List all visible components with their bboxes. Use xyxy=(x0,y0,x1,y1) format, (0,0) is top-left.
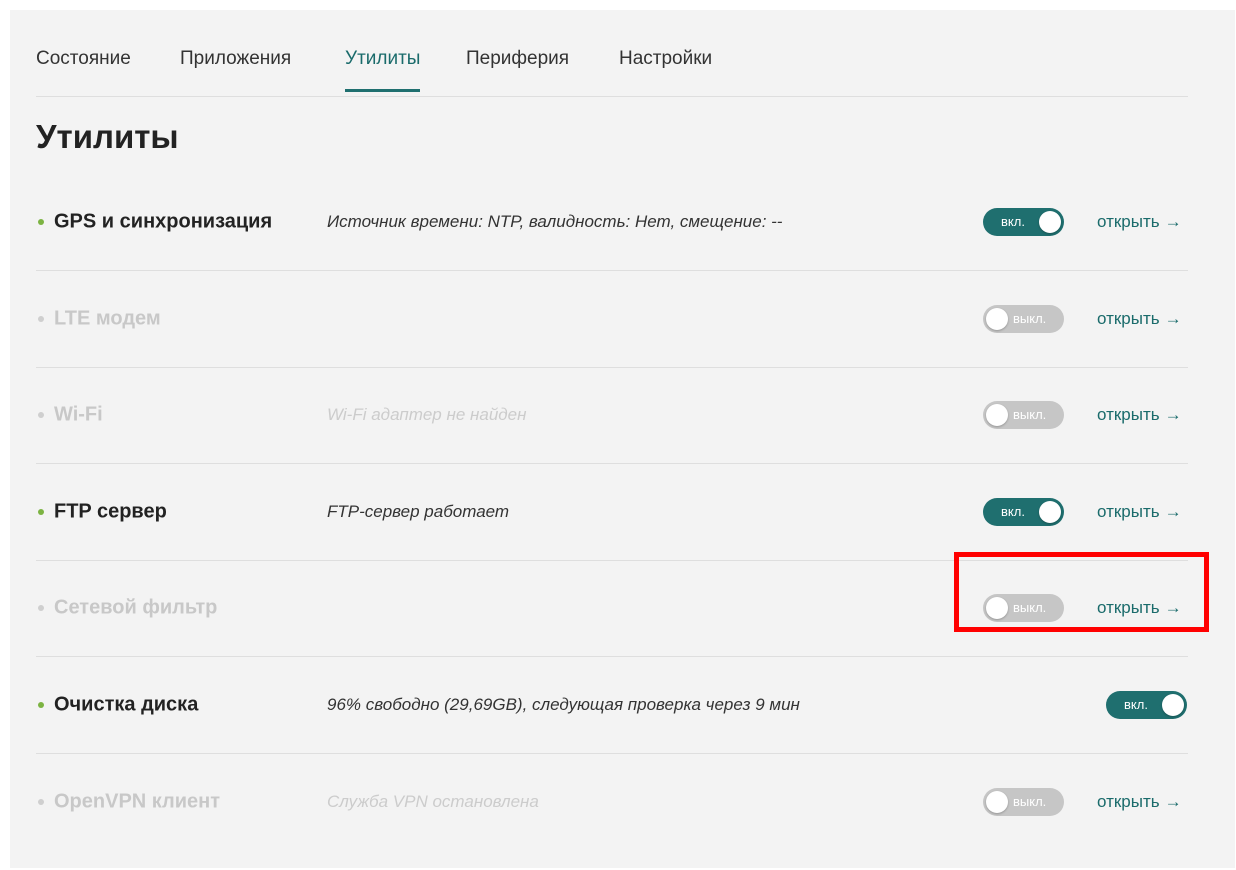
tab-applications[interactable]: Приложения xyxy=(180,48,291,92)
utility-row-wifi: Wi-Fi Wi-Fi адаптер не найден выкл. откр… xyxy=(36,367,1188,464)
arrow-right-icon: → xyxy=(1164,212,1182,231)
gps-open-link[interactable]: открыть → xyxy=(1097,212,1182,232)
utility-description: Служба VPN остановлена xyxy=(327,792,539,811)
wifi-open-link[interactable]: открыть → xyxy=(1097,405,1182,425)
toggle-knob xyxy=(1039,211,1061,233)
toggle-label: вкл. xyxy=(1001,504,1025,519)
utility-description: FTP-сервер работает xyxy=(327,502,510,521)
disk-cleanup-toggle[interactable]: вкл. xyxy=(1106,691,1187,719)
lte-toggle[interactable]: выкл. xyxy=(983,305,1064,333)
open-link-label: открыть xyxy=(1097,405,1160,424)
utilities-panel: Состояние Приложения Утилиты Периферия Н… xyxy=(10,10,1235,868)
arrow-right-icon: → xyxy=(1164,502,1182,521)
status-dot xyxy=(38,605,44,611)
utility-description: Источник времени: NTP, валидность: Нет, … xyxy=(327,212,783,231)
utility-name: OpenVPN клиент xyxy=(54,790,221,813)
arrow-right-icon: → xyxy=(1164,792,1182,811)
utility-name: Очистка диска xyxy=(54,693,199,716)
status-dot xyxy=(38,509,44,515)
toggle-knob xyxy=(986,791,1008,813)
open-link-label: открыть xyxy=(1097,309,1160,328)
tab-status[interactable]: Состояние xyxy=(36,48,131,92)
openvpn-toggle[interactable]: выкл. xyxy=(983,788,1064,816)
utility-row-gps: GPS и синхронизация Источник времени: NT… xyxy=(36,174,1188,271)
gps-toggle[interactable]: вкл. xyxy=(983,208,1064,236)
tab-settings[interactable]: Настройки xyxy=(619,48,712,92)
highlight-box xyxy=(954,552,1209,632)
toggle-label: вкл. xyxy=(1001,214,1025,229)
lte-open-link[interactable]: открыть → xyxy=(1097,309,1182,329)
utility-name: Сетевой фильтр xyxy=(54,596,218,619)
utility-row-disk-cleanup: Очистка диска 96% свободно (29,69GB), сл… xyxy=(36,657,1188,754)
utility-row-ftp: FTP сервер FTP-сервер работает вкл. откр… xyxy=(36,464,1188,561)
status-dot xyxy=(38,219,44,225)
utility-name: FTP сервер xyxy=(54,500,167,523)
status-dot xyxy=(38,702,44,708)
utility-name: GPS и синхронизация xyxy=(54,210,273,233)
arrow-right-icon: → xyxy=(1164,405,1182,424)
page-title: Утилиты xyxy=(36,118,179,155)
arrow-right-icon: → xyxy=(1164,309,1182,328)
utility-name: LTE модем xyxy=(54,307,161,330)
toggle-label: выкл. xyxy=(1013,311,1047,326)
utility-description: 96% свободно (29,69GB), следующая провер… xyxy=(327,695,800,714)
toggle-label: выкл. xyxy=(1013,407,1047,422)
toggle-knob xyxy=(1162,694,1184,716)
ftp-open-link[interactable]: открыть → xyxy=(1097,502,1182,522)
status-dot xyxy=(38,412,44,418)
ftp-toggle[interactable]: вкл. xyxy=(983,498,1064,526)
utility-name: Wi-Fi xyxy=(54,403,103,426)
toggle-knob xyxy=(986,404,1008,426)
utility-row-openvpn: OpenVPN клиент Служба VPN остановлена вы… xyxy=(36,754,1188,850)
tab-bar: Состояние Приложения Утилиты Периферия Н… xyxy=(36,10,1188,97)
toggle-label: вкл. xyxy=(1124,697,1148,712)
open-link-label: открыть xyxy=(1097,212,1160,231)
openvpn-open-link[interactable]: открыть → xyxy=(1097,792,1182,812)
tab-utilities[interactable]: Утилиты xyxy=(345,48,421,92)
open-link-label: открыть xyxy=(1097,792,1160,811)
toggle-label: выкл. xyxy=(1013,794,1047,809)
utility-description: Wi-Fi адаптер не найден xyxy=(327,405,527,424)
status-dot xyxy=(38,799,44,805)
wifi-toggle[interactable]: выкл. xyxy=(983,401,1064,429)
utility-row-lte: LTE модем выкл. открыть → xyxy=(36,271,1188,368)
status-dot xyxy=(38,316,44,322)
toggle-knob xyxy=(1039,501,1061,523)
open-link-label: открыть xyxy=(1097,502,1160,521)
tab-peripherals[interactable]: Периферия xyxy=(466,48,569,92)
toggle-knob xyxy=(986,308,1008,330)
